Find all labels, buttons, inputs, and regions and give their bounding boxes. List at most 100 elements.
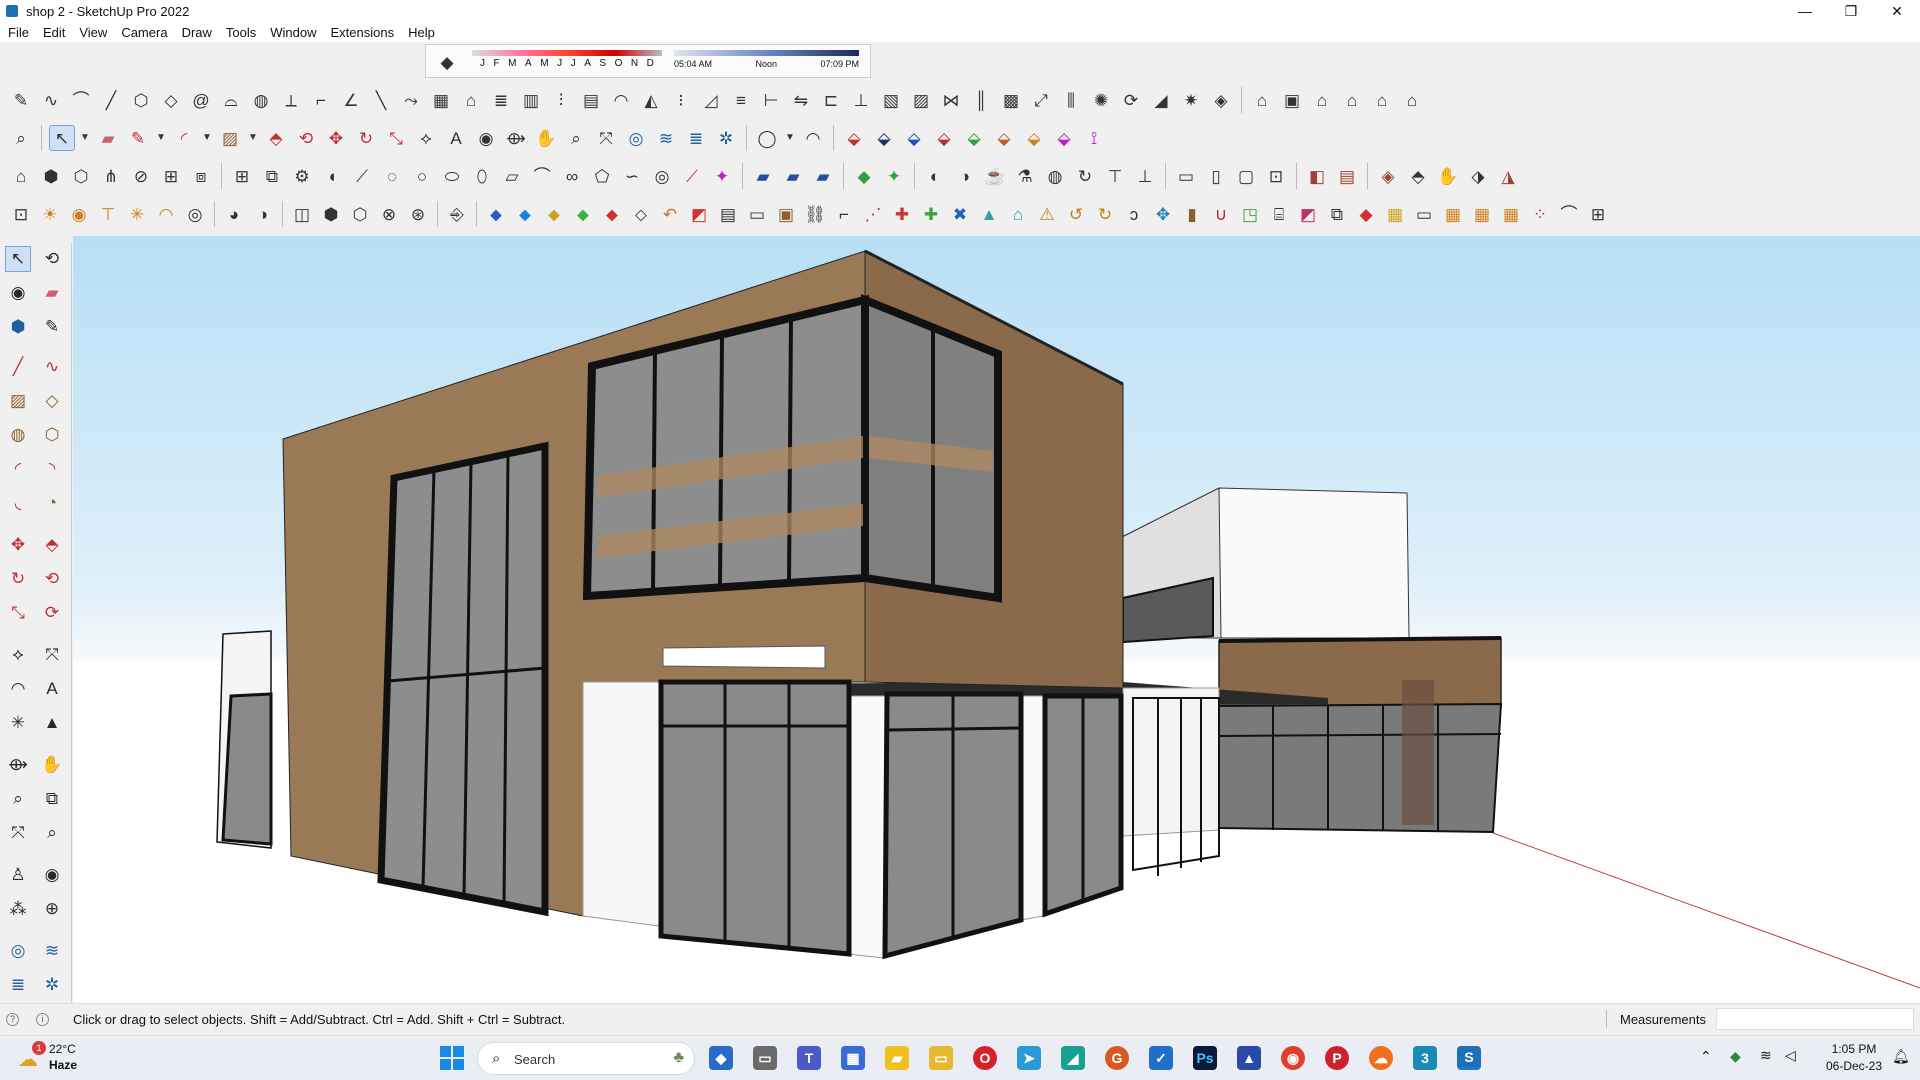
- opening-icon[interactable]: ▢: [1233, 163, 1259, 189]
- flip-along-icon[interactable]: ⟟: [1081, 125, 1107, 151]
- wireframe-icon[interactable]: ⬡: [347, 201, 373, 227]
- pointlight-icon[interactable]: ✳: [124, 201, 150, 227]
- tape-measure-icon[interactable]: ⟡: [413, 125, 439, 151]
- polygon-tool2-icon[interactable]: ⬡: [39, 422, 65, 448]
- door-icon[interactable]: ▯: [1203, 163, 1229, 189]
- sandbox-icon[interactable]: ◠: [800, 125, 826, 151]
- follow-me-tool-icon[interactable]: ⟲: [39, 566, 65, 592]
- offset-tool-icon[interactable]: ⟳: [39, 600, 65, 626]
- cursor-tool-icon[interactable]: ⎆: [444, 201, 470, 227]
- hand-icon[interactable]: ✋: [1435, 163, 1461, 189]
- screen-icon[interactable]: ▭: [1411, 201, 1437, 227]
- layers-icon[interactable]: ≣: [683, 125, 709, 151]
- red-box-icon[interactable]: ◩: [686, 201, 712, 227]
- menu-help[interactable]: Help: [401, 25, 442, 40]
- hook-icon[interactable]: ↺: [1063, 201, 1089, 227]
- chevron-down-icon[interactable]: ▼: [201, 125, 213, 151]
- solar-icon[interactable]: ◈: [1375, 163, 1401, 189]
- ellipse-icon[interactable]: ⬭: [439, 163, 465, 189]
- hatch-icon[interactable]: ▩: [998, 87, 1024, 113]
- chevron-down-icon[interactable]: ▼: [155, 125, 167, 151]
- dome-icon[interactable]: ◎: [182, 201, 208, 227]
- info-icon[interactable]: i: [36, 1013, 49, 1026]
- start-button[interactable]: [440, 1046, 464, 1070]
- section-plane-icon[interactable]: ▰: [750, 163, 776, 189]
- rectangle-tool-icon[interactable]: ▨: [5, 388, 31, 414]
- magnet-icon[interactable]: ∪: [1208, 201, 1234, 227]
- cone-icon[interactable]: ▲: [976, 201, 1002, 227]
- warehouse-icon[interactable]: ⌂: [1249, 87, 1275, 113]
- arc3-tool-icon[interactable]: ◟: [5, 490, 31, 516]
- fur-icon[interactable]: ⊡: [8, 201, 34, 227]
- corner-icon[interactable]: ⌐: [308, 87, 334, 113]
- mirror-icon[interactable]: ⇋: [788, 87, 814, 113]
- zoom-icon[interactable]: ⌕: [8, 125, 34, 151]
- dimension-tool-icon[interactable]: ⤧: [39, 642, 65, 668]
- menu-edit[interactable]: Edit: [36, 25, 72, 40]
- wall-icon[interactable]: ▤: [578, 87, 604, 113]
- scale-tool-icon[interactable]: ⤡: [5, 600, 31, 626]
- shadow-toggle-icon[interactable]: ◆: [434, 49, 460, 75]
- section-plane-tool-icon[interactable]: ⊕: [39, 896, 65, 922]
- fog-icon[interactable]: ◑: [250, 201, 276, 227]
- blue-tile-icon[interactable]: ⬥: [512, 201, 538, 227]
- rotate-tool-icon[interactable]: ↻: [5, 566, 31, 592]
- blue-plane-icon[interactable]: ⬥: [483, 201, 509, 227]
- app-blue-icon[interactable]: ✓: [1149, 1046, 1173, 1070]
- component-tool-icon[interactable]: ⬢: [5, 314, 31, 340]
- scale-icon[interactable]: ⤢: [1028, 87, 1054, 113]
- home-icon[interactable]: ⌂: [1369, 87, 1395, 113]
- measure-icon[interactable]: ⟋: [349, 163, 375, 189]
- ramp-icon[interactable]: ◢: [1148, 87, 1174, 113]
- date-slider[interactable]: J F M A M J J A S O N D: [472, 50, 662, 72]
- rope-icon[interactable]: ↄ: [1121, 201, 1147, 227]
- telegram-icon[interactable]: ➤: [1017, 1046, 1041, 1070]
- hook2-icon[interactable]: ↻: [1092, 201, 1118, 227]
- walk-icon[interactable]: ⁂: [5, 896, 31, 922]
- section-cut-icon[interactable]: ▰: [810, 163, 836, 189]
- protractor-icon[interactable]: ◠: [153, 201, 179, 227]
- rotate-icon[interactable]: ↻: [353, 125, 379, 151]
- undo-curve-icon[interactable]: ↶: [657, 201, 683, 227]
- offset-icon[interactable]: ⟋: [679, 163, 705, 189]
- shell-icon[interactable]: ◍: [248, 87, 274, 113]
- minimize-button[interactable]: —: [1782, 0, 1828, 22]
- task-view-icon[interactable]: ▭: [753, 1046, 777, 1070]
- geo-location-icon[interactable]: ?: [6, 1013, 19, 1026]
- profile-icon[interactable]: ⊏: [818, 87, 844, 113]
- section-fill-icon[interactable]: ▰: [780, 163, 806, 189]
- join-icon[interactable]: ⤳: [398, 87, 424, 113]
- bucket-icon[interactable]: ▮: [1179, 201, 1205, 227]
- shadow-icon[interactable]: ◕: [221, 201, 247, 227]
- taskbar-search[interactable]: ⌕ Search ♣: [477, 1042, 695, 1075]
- back-edges-icon[interactable]: ⬢: [318, 201, 344, 227]
- red-tile-icon[interactable]: ⬥: [599, 201, 625, 227]
- terrain-icon[interactable]: ◆: [851, 163, 877, 189]
- bezier-icon[interactable]: ∿: [38, 87, 64, 113]
- groups-icon[interactable]: ⚙: [289, 163, 315, 189]
- select-tool-icon[interactable]: ↖: [5, 246, 31, 272]
- axis-move-icon[interactable]: ✥: [1150, 201, 1176, 227]
- curve-icon[interactable]: ⌒: [68, 87, 94, 113]
- component-house-icon[interactable]: ⌂: [1339, 87, 1365, 113]
- ring-icon[interactable]: ◎: [649, 163, 675, 189]
- green-block-icon[interactable]: ◳: [1237, 201, 1263, 227]
- text-tool-icon[interactable]: A: [39, 676, 65, 702]
- red-cross-icon[interactable]: ✚: [889, 201, 915, 227]
- layers-tool-icon[interactable]: ≣: [5, 972, 31, 998]
- look-around-icon[interactable]: ◉: [39, 862, 65, 888]
- arc-path-icon[interactable]: ⌒: [529, 163, 555, 189]
- texture-icon[interactable]: ⊘: [128, 163, 154, 189]
- tag-icon[interactable]: ✎: [39, 314, 65, 340]
- move-tool-icon[interactable]: ✥: [5, 532, 31, 558]
- file-explorer-icon[interactable]: ▭: [929, 1046, 953, 1070]
- share-tool-icon[interactable]: ≋: [39, 938, 65, 964]
- spot-icon[interactable]: ⊤: [95, 201, 121, 227]
- paint-icon[interactable]: ◉: [5, 280, 31, 306]
- frame-icon[interactable]: ▨: [908, 87, 934, 113]
- chevron-down-icon[interactable]: ▼: [247, 125, 259, 151]
- measurements-field[interactable]: [1716, 1008, 1914, 1030]
- menu-window[interactable]: Window: [263, 25, 323, 40]
- account-icon[interactable]: ◯: [754, 125, 780, 151]
- gold-frame-icon[interactable]: ▦: [1382, 201, 1408, 227]
